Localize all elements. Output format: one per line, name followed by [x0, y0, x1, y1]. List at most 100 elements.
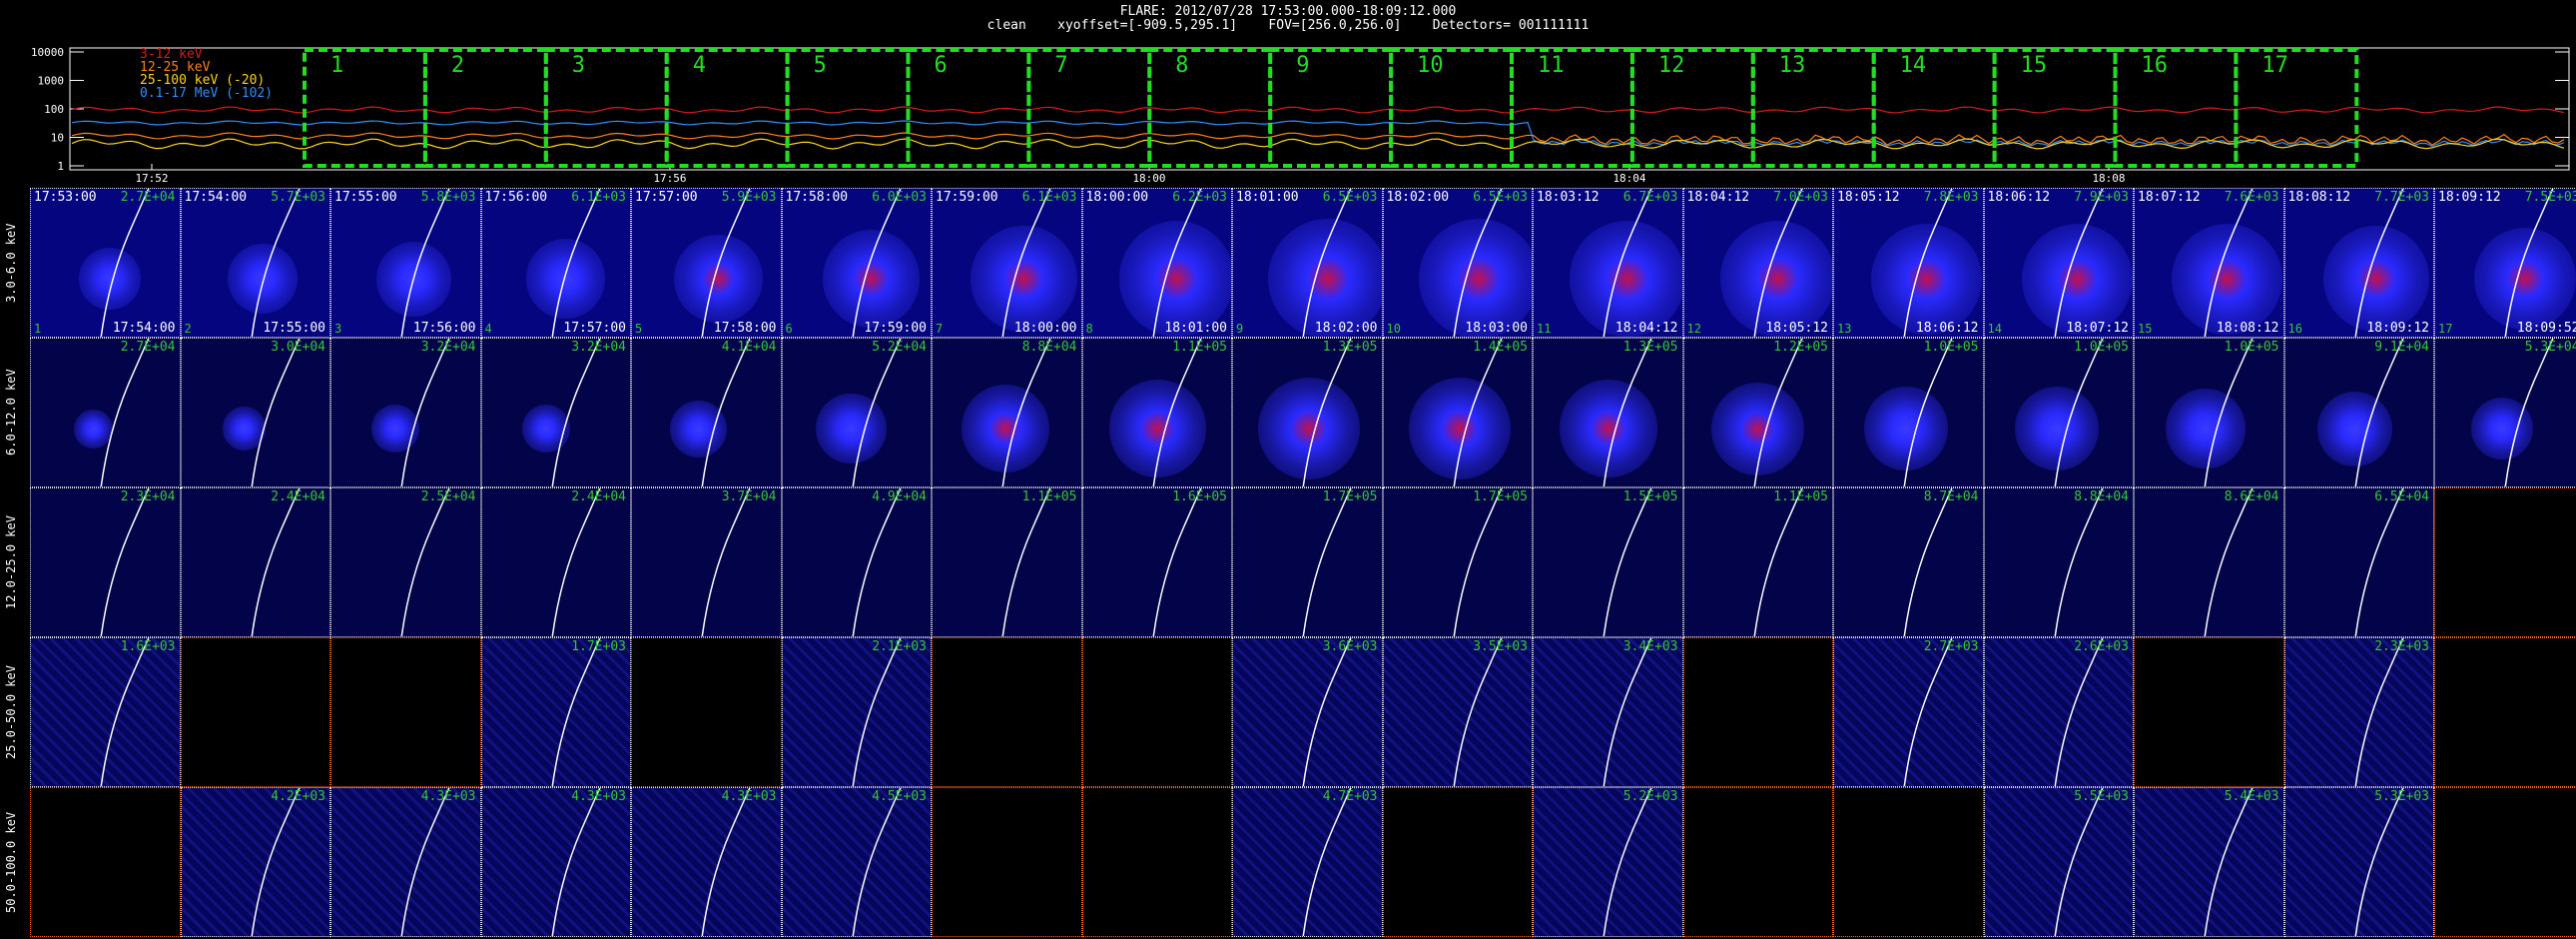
- solar-limb: [1603, 788, 1652, 936]
- solar-limb: [2054, 488, 2104, 636]
- interval-number: 17: [2261, 53, 2288, 78]
- peak-flux-label: 5.2E+04: [872, 340, 927, 355]
- interval-index: 14: [1987, 322, 2002, 336]
- solar-limb: [2504, 189, 2554, 337]
- solar-limb: [251, 488, 301, 636]
- empty-image-panel: [1833, 787, 1984, 937]
- image-panel: 4.5E+03: [781, 787, 932, 937]
- interval-start-time: 18:00:00: [1085, 190, 1149, 205]
- solar-limb: [701, 189, 751, 337]
- image-panel: 2.6E+03: [1983, 637, 2134, 787]
- peak-flux-label: 3.2E+04: [571, 340, 626, 355]
- interval-start-time: 17:54:00: [184, 190, 248, 205]
- peak-flux-label: 6.5E+03: [1473, 190, 1528, 205]
- solar-limb: [1603, 638, 1652, 786]
- curve-12-25-kev: [71, 132, 2565, 146]
- empty-image-panel: [2434, 487, 2576, 637]
- image-panel: 7.5E+03 18:09:12 18:09:52 17: [2434, 188, 2576, 338]
- solar-limb: [2054, 788, 2104, 936]
- solar-limb: [2354, 189, 2404, 337]
- solar-limb: [1302, 488, 1352, 636]
- interval-number: 10: [1417, 53, 1444, 78]
- peak-flux-label: 8.7E+04: [1923, 489, 1979, 504]
- solar-limb: [852, 788, 902, 936]
- solar-limb: [400, 339, 450, 486]
- peak-flux-label: 5.5E+03: [2074, 789, 2129, 804]
- interval-number: 7: [1054, 53, 1067, 78]
- interval-end-time: 17:54:00: [112, 321, 176, 336]
- peak-flux-label: 3.5E+03: [1473, 639, 1528, 654]
- solar-limb: [1903, 189, 1953, 337]
- solar-limb: [1152, 339, 1202, 486]
- empty-image-panel: [631, 637, 782, 787]
- solar-limb: [1152, 189, 1202, 337]
- peak-flux-label: 7.6E+03: [2224, 190, 2279, 205]
- peak-flux-label: 7.7E+03: [2374, 190, 2429, 205]
- peak-flux-label: 1.0E+05: [2224, 340, 2279, 355]
- interval-index: 16: [2287, 322, 2302, 336]
- image-panel: 3.7E+04: [631, 487, 782, 637]
- solar-limb: [551, 638, 601, 786]
- empty-image-panel: [330, 637, 481, 787]
- interval-index: 12: [1686, 322, 1701, 336]
- peak-flux-label: 6.5E+03: [1322, 190, 1378, 205]
- peak-flux-label: 3.2E+04: [420, 340, 476, 355]
- interval-box: [906, 48, 1031, 168]
- y-tick-label: 10000: [31, 46, 64, 59]
- solar-limb: [1603, 488, 1652, 636]
- interval-end-time: 17:55:00: [263, 321, 325, 336]
- interval-start-time: 18:03:12: [1537, 190, 1600, 205]
- solar-limb: [251, 339, 301, 486]
- interval-start-time: 18:09:12: [2438, 190, 2501, 205]
- interval-start-time: 18:05:12: [1837, 190, 1900, 205]
- peak-flux-label: 4.3E+03: [571, 789, 626, 804]
- image-panel: 7.7E+03 18:08:12 18:09:12 16: [2283, 188, 2434, 338]
- interval-end-time: 18:04:12: [1614, 321, 1678, 336]
- solar-limb: [400, 788, 450, 936]
- image-panel: 4.3E+03: [480, 787, 631, 937]
- image-panel: 2.7E+03: [1833, 637, 1984, 787]
- interval-end-time: 18:08:12: [2216, 321, 2279, 336]
- image-panel: 2.7E+04: [30, 338, 181, 487]
- solar-limb: [2054, 638, 2104, 786]
- peak-flux-label: 7.8E+03: [1923, 190, 1979, 205]
- interval-end-time: 18:07:12: [2066, 321, 2129, 336]
- solar-limb: [400, 488, 450, 636]
- interval-box: [1992, 48, 2118, 168]
- interval-start-time: 17:56:00: [484, 190, 548, 205]
- solar-limb: [551, 488, 601, 636]
- image-panel: 3.6E+03: [1232, 637, 1383, 787]
- interval-box: [1147, 48, 1273, 168]
- solar-limb: [400, 189, 450, 337]
- empty-image-panel: [1682, 787, 1833, 937]
- interval-number: 1: [330, 53, 343, 78]
- solar-limb: [1903, 488, 1953, 636]
- image-panel: 5.2E+04: [781, 338, 932, 487]
- image-panel: 8.8E+04: [1983, 487, 2134, 637]
- peak-flux-label: 4.1E+04: [721, 340, 777, 355]
- interval-index: 5: [635, 322, 643, 336]
- solar-limb: [852, 638, 902, 786]
- peak-flux-label: 4.9E+04: [872, 489, 927, 504]
- interval-start-time: 18:06:12: [1987, 190, 2051, 205]
- interval-box: [543, 48, 669, 168]
- interval-index: 3: [334, 322, 342, 336]
- empty-image-panel: [1081, 787, 1232, 937]
- image-panel: 4.3E+03: [330, 787, 481, 937]
- x-tick-label: 17:52: [135, 172, 168, 185]
- empty-image-panel: [1081, 637, 1232, 787]
- energy-band-label: 50.0-100.0 keV: [4, 811, 18, 913]
- image-panel: 2.4E+04: [180, 487, 330, 637]
- x-tick-label: 18:08: [2092, 172, 2125, 185]
- interval-end-time: 17:56:00: [412, 321, 476, 336]
- interval-number: 16: [2142, 53, 2169, 78]
- interval-end-time: 17:57:00: [563, 321, 626, 336]
- solar-limb: [1302, 638, 1352, 786]
- interval-number: 15: [2021, 53, 2048, 78]
- image-panel: 3.2E+04: [480, 338, 631, 487]
- interval-box: [1026, 48, 1152, 168]
- interval-end-time: 18:05:12: [1765, 321, 1828, 336]
- image-panel: 5.7E+03 17:54:00 17:55:00 2: [180, 188, 330, 338]
- image-panel: 4.7E+03: [1232, 787, 1383, 937]
- empty-image-panel: [1682, 637, 1833, 787]
